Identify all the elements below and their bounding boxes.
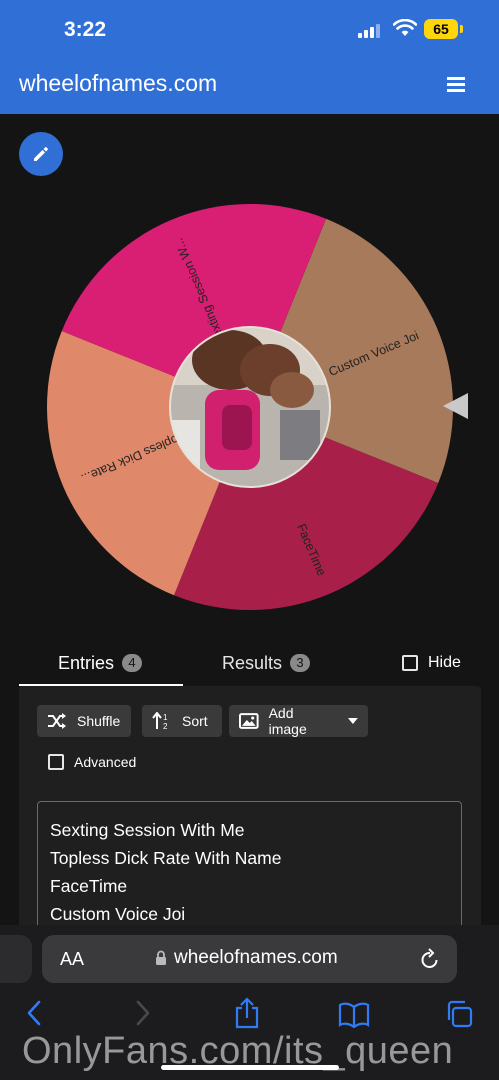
sort-icon: 1 2 — [152, 712, 168, 730]
site-title[interactable]: wheelofnames.com — [19, 70, 217, 97]
image-icon — [239, 713, 259, 729]
forward-icon[interactable] — [133, 1000, 153, 1026]
advanced-checkbox[interactable] — [48, 754, 64, 770]
home-indicator — [161, 1065, 339, 1070]
hide-label: Hide — [428, 654, 461, 671]
reload-icon[interactable] — [420, 948, 440, 970]
svg-text:1: 1 — [163, 713, 168, 722]
battery-indicator: 65 — [424, 19, 458, 39]
entry-line: Custom Voice Joi — [50, 904, 186, 924]
back-icon[interactable] — [24, 1000, 44, 1026]
hide-toggle[interactable]: Hide — [402, 640, 461, 686]
shuffle-button[interactable]: Shuffle — [37, 705, 131, 737]
add-image-label: Add image — [268, 705, 307, 737]
shuffle-icon — [48, 713, 66, 729]
status-bar: 3:22 65 — [0, 0, 499, 58]
share-icon[interactable] — [234, 997, 260, 1029]
entry-line: Topless Dick Rate With Name — [50, 848, 282, 868]
url-text: wheelofnames.com — [174, 947, 338, 968]
sort-label: Sort — [182, 713, 208, 729]
chevron-down-icon — [348, 718, 358, 724]
advanced-toggle[interactable]: Advanced — [48, 754, 136, 770]
add-image-button[interactable]: Add image — [229, 705, 368, 737]
entries-count-badge: 4 — [122, 654, 143, 672]
tabs-icon[interactable] — [445, 1000, 473, 1028]
cellular-signal-icon — [358, 22, 384, 38]
hide-checkbox[interactable] — [402, 655, 418, 671]
entry-line: Sexting Session With Me — [50, 820, 245, 840]
svg-text:2: 2 — [163, 722, 168, 730]
entries-textarea[interactable]: Sexting Session With Me Topless Dick Rat… — [37, 801, 462, 941]
address-bar[interactable]: AA wheelofnames.com — [42, 935, 457, 983]
previous-tab-preview[interactable] — [0, 935, 32, 983]
results-count-badge: 3 — [290, 654, 311, 672]
wifi-icon — [393, 19, 417, 36]
edit-button[interactable] — [19, 132, 63, 176]
shuffle-label: Shuffle — [77, 713, 121, 729]
battery-tip — [460, 25, 463, 33]
status-time: 3:22 — [64, 18, 107, 41]
tab-entries-label: Entries — [58, 652, 115, 673]
advanced-label: Advanced — [74, 754, 137, 770]
wheel[interactable]: Custom Voice JoiFaceTimeTopless Dick Rat… — [0, 180, 499, 630]
bookmarks-icon[interactable] — [338, 1002, 370, 1028]
pencil-icon — [34, 147, 48, 161]
text-size-button[interactable]: AA — [60, 949, 84, 970]
tab-results[interactable]: Results 3 — [222, 640, 311, 686]
tab-results-label: Results — [222, 652, 283, 673]
hamburger-menu-icon[interactable] — [447, 75, 467, 95]
tab-entries[interactable]: Entries 4 — [58, 640, 143, 686]
entries-panel: Shuffle 1 2 Sort Add image Advanced Sext… — [19, 686, 481, 941]
app-header: wheelofnames.com — [0, 58, 499, 114]
entries-results-tabs: Entries 4 Results 3 Hide — [19, 640, 479, 688]
sort-button[interactable]: 1 2 Sort — [142, 705, 222, 737]
entry-line: FaceTime — [50, 876, 128, 896]
lock-icon — [156, 950, 166, 965]
wheel-area: Custom Voice Joi FaceTime Topless Dick Rat… — [0, 180, 499, 630]
